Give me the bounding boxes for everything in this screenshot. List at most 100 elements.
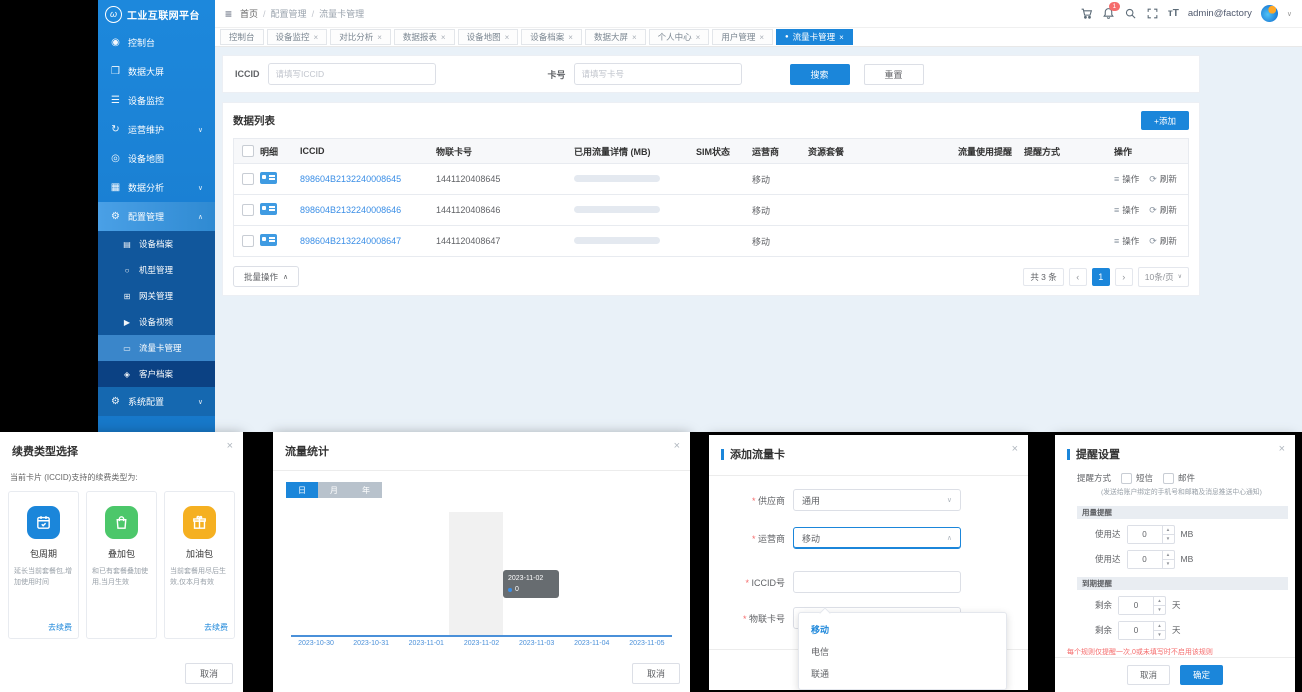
user-menu-caret[interactable]: ∨ xyxy=(1287,10,1292,18)
step-up-icon[interactable]: ▲ xyxy=(1154,597,1165,605)
select-all-checkbox[interactable] xyxy=(242,145,254,157)
expire-value-input[interactable] xyxy=(1119,622,1153,639)
renew-card-stack[interactable]: 叠加包 和已有套餐叠加使用,当月生效 xyxy=(86,491,157,639)
batch-operation-button[interactable]: 批量操作 ∧ xyxy=(233,266,299,287)
sidebar-item-device-video[interactable]: ▶ 设备视频 xyxy=(98,309,215,335)
row-operation-button[interactable]: ≡ 操作 xyxy=(1114,235,1139,247)
sidebar-item-model-management[interactable]: ○ 机型管理 xyxy=(98,257,215,283)
email-checkbox[interactable] xyxy=(1163,473,1174,484)
sidebar-item-sim-card-management[interactable]: ▭ 流量卡管理 xyxy=(98,335,215,361)
tab-compare-analysis[interactable]: 对比分析 × xyxy=(330,29,391,45)
option-telecom[interactable]: 电信 xyxy=(799,640,1006,662)
supplier-select[interactable]: 通用 ∨ xyxy=(793,489,961,511)
detail-card-icon[interactable] xyxy=(260,172,277,184)
go-renew-link[interactable]: 去续费 xyxy=(204,622,228,633)
sidebar-item-system-config[interactable]: ⚙ 系统配置 ∨ xyxy=(98,387,215,416)
sidebar-item-device-archive[interactable]: ▤ 设备档案 xyxy=(98,231,215,257)
sidebar-item-device-map[interactable]: ◎ 设备地图 xyxy=(98,144,215,173)
row-operation-button[interactable]: ≡ 操作 xyxy=(1114,173,1139,185)
row-checkbox[interactable] xyxy=(242,173,254,185)
page-1-button[interactable]: 1 xyxy=(1092,268,1110,286)
iccid-number-input[interactable] xyxy=(793,571,961,593)
card-number-input[interactable] xyxy=(574,63,742,85)
close-icon[interactable]: × xyxy=(839,33,844,42)
font-size-icon[interactable]: ᴛT xyxy=(1168,8,1179,19)
sidebar-item-device-monitor[interactable]: ☰ 设备监控 xyxy=(98,86,215,115)
search-button[interactable]: 搜索 xyxy=(790,64,850,85)
cart-icon[interactable] xyxy=(1080,7,1093,20)
usage-value-input[interactable] xyxy=(1128,526,1162,543)
close-icon[interactable]: × xyxy=(568,33,573,42)
range-year-button[interactable]: 年 xyxy=(350,482,382,498)
option-mobile[interactable]: 移动 xyxy=(799,618,1006,640)
option-unicom[interactable]: 联通 xyxy=(799,662,1006,684)
row-refresh-button[interactable]: ⟳ 刷新 xyxy=(1149,235,1177,247)
close-icon[interactable]: × xyxy=(1012,443,1018,455)
close-icon[interactable]: × xyxy=(632,33,637,42)
step-down-icon[interactable]: ▼ xyxy=(1163,534,1174,543)
close-icon[interactable]: × xyxy=(377,33,382,42)
tab-data-screen[interactable]: 数据大屏 × xyxy=(585,29,646,45)
step-up-icon[interactable]: ▲ xyxy=(1163,526,1174,534)
detail-card-icon[interactable] xyxy=(260,203,277,215)
operator-select[interactable]: 移动 ∧ xyxy=(793,527,961,549)
cancel-button[interactable]: 取消 xyxy=(1127,665,1170,685)
tab-device-monitor[interactable]: 设备监控 × xyxy=(267,29,328,45)
tab-data-report[interactable]: 数据报表 × xyxy=(394,29,455,45)
cancel-button[interactable]: 取消 xyxy=(632,663,680,684)
renew-card-booster[interactable]: 加油包 当前套餐用尽后生效,仅本月有效 去续费 xyxy=(164,491,235,639)
iccid-input[interactable] xyxy=(268,63,436,85)
reset-button[interactable]: 重置 xyxy=(864,64,924,85)
sidebar-item-data-analysis[interactable]: ▦ 数据分析 ∨ xyxy=(98,173,215,202)
step-down-icon[interactable]: ▼ xyxy=(1154,605,1165,614)
sidebar-item-data-screen[interactable]: ❒ 数据大屏 xyxy=(98,57,215,86)
range-month-button[interactable]: 月 xyxy=(318,482,350,498)
collapse-menu-icon[interactable]: ≡ xyxy=(225,7,232,21)
row-checkbox[interactable] xyxy=(242,235,254,247)
close-icon[interactable]: × xyxy=(227,440,233,452)
step-down-icon[interactable]: ▼ xyxy=(1163,559,1174,568)
row-refresh-button[interactable]: ⟳ 刷新 xyxy=(1149,204,1177,216)
close-icon[interactable]: × xyxy=(505,33,510,42)
tab-user-management[interactable]: 用户管理 × xyxy=(712,29,773,45)
search-icon[interactable] xyxy=(1124,7,1137,20)
prev-page-button[interactable]: ‹ xyxy=(1069,268,1087,286)
next-page-button[interactable]: › xyxy=(1115,268,1133,286)
iccid-link[interactable]: 898604B2132240008645 xyxy=(300,174,436,184)
breadcrumb-config[interactable]: 配置管理 xyxy=(271,7,307,20)
close-icon[interactable]: × xyxy=(674,440,680,452)
go-renew-link[interactable]: 去续费 xyxy=(48,622,72,633)
sidebar-item-customer-archive[interactable]: ◈ 客户档案 xyxy=(98,361,215,387)
row-refresh-button[interactable]: ⟳ 刷新 xyxy=(1149,173,1177,185)
renew-card-cycle[interactable]: 包周期 延长当前套餐包,增加使用时间 去续费 xyxy=(8,491,79,639)
row-checkbox[interactable] xyxy=(242,204,254,216)
close-icon[interactable]: × xyxy=(314,33,319,42)
sidebar-item-console[interactable]: ◉ 控制台 xyxy=(98,28,215,57)
confirm-button[interactable]: 确定 xyxy=(1180,665,1223,685)
sidebar-item-config-management[interactable]: ⚙ 配置管理 ∧ xyxy=(98,202,215,231)
sidebar-item-operations[interactable]: ↻ 运营维护 ∨ xyxy=(98,115,215,144)
tab-console[interactable]: 控制台 xyxy=(220,29,264,45)
step-up-icon[interactable]: ▲ xyxy=(1163,551,1174,559)
add-button[interactable]: +添加 xyxy=(1141,111,1189,130)
close-icon[interactable]: × xyxy=(759,33,764,42)
step-down-icon[interactable]: ▼ xyxy=(1154,630,1165,639)
close-icon[interactable]: × xyxy=(441,33,446,42)
sidebar-item-gateway-management[interactable]: ⊞ 网关管理 xyxy=(98,283,215,309)
step-up-icon[interactable]: ▲ xyxy=(1154,622,1165,630)
usage-value-input[interactable] xyxy=(1128,551,1162,568)
iccid-link[interactable]: 898604B2132240008647 xyxy=(300,236,436,246)
page-size-select[interactable]: 10条/页 ∨ xyxy=(1138,267,1189,287)
breadcrumb-home[interactable]: 首页 xyxy=(240,7,258,20)
close-icon[interactable]: × xyxy=(1279,443,1285,455)
cancel-button[interactable]: 取消 xyxy=(185,663,233,684)
tab-device-archive[interactable]: 设备档案 × xyxy=(521,29,582,45)
avatar[interactable] xyxy=(1261,5,1278,22)
iccid-link[interactable]: 898604B2132240008646 xyxy=(300,205,436,215)
tab-personal-center[interactable]: 个人中心 × xyxy=(649,29,710,45)
username[interactable]: admin@factory xyxy=(1188,8,1252,19)
notification-bell[interactable]: 1 xyxy=(1102,7,1115,20)
detail-card-icon[interactable] xyxy=(260,234,277,246)
sms-checkbox[interactable] xyxy=(1121,473,1132,484)
row-operation-button[interactable]: ≡ 操作 xyxy=(1114,204,1139,216)
